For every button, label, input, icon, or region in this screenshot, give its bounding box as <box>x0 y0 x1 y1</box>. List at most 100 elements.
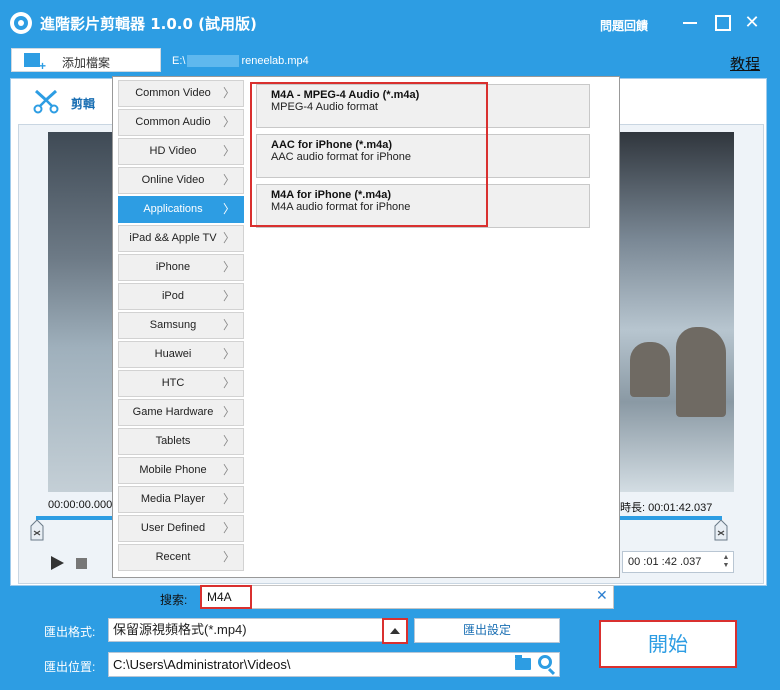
export-settings-button[interactable]: 匯出設定 <box>414 618 560 643</box>
category-item[interactable]: Media Player 〉 <box>118 486 244 513</box>
current-time: 00:00:00.000 <box>48 499 113 511</box>
category-item[interactable]: Game Hardware 〉 <box>118 399 244 426</box>
chevron-right-icon: 〉 <box>222 492 235 506</box>
category-label: Media Player <box>140 493 206 505</box>
chevron-right-icon: 〉 <box>222 521 235 535</box>
category-label: Game Hardware <box>132 406 214 418</box>
clear-search-icon[interactable]: ✕ <box>596 587 608 604</box>
file-path: E:\ reneelab.mp4 <box>172 55 309 68</box>
output-location-label: 匯出位置: <box>44 660 96 674</box>
tutorial-link[interactable]: 教程 <box>730 53 760 74</box>
search-icon[interactable] <box>538 655 552 669</box>
chevron-right-icon: 〉 <box>222 202 235 216</box>
category-label: Mobile Phone <box>139 464 207 476</box>
category-label: Huawei <box>154 348 192 360</box>
play-icon[interactable] <box>51 556 64 570</box>
chevron-right-icon: 〉 <box>222 434 235 448</box>
chevron-right-icon: 〉 <box>222 318 235 332</box>
search-input[interactable]: M4A <box>200 585 614 609</box>
spinner-arrows[interactable]: ▲ ▼ <box>721 554 731 570</box>
file-path-suffix: reneelab.mp4 <box>241 55 309 67</box>
chevron-right-icon: 〉 <box>222 231 235 245</box>
category-label: Common Video <box>135 87 211 99</box>
app-title: 進階影片剪輯器 1.0.0 (試用版) <box>40 15 257 33</box>
category-item[interactable]: Recent 〉 <box>118 544 244 571</box>
category-label: Online Video <box>141 174 205 186</box>
app-window: 進階影片剪輯器 1.0.0 (試用版) 問題回饋 ✕ 添加檔案 E:\ renee… <box>0 0 780 690</box>
category-item[interactable]: Huawei 〉 <box>118 341 244 368</box>
category-label: iPhone <box>155 261 191 273</box>
category-label: Common Audio <box>135 116 211 128</box>
category-label: Applications <box>143 203 203 215</box>
duration-label: 時長: 00:01:42.037 <box>620 502 713 514</box>
chevron-right-icon: 〉 <box>222 463 235 477</box>
start-button[interactable]: 開始 <box>599 620 737 668</box>
time-spinner-value: 00 :01 :42 .037 <box>628 556 702 568</box>
category-label: iPad && Apple TV <box>129 232 217 244</box>
highlight-box <box>250 82 488 227</box>
category-label: User Defined <box>140 522 206 534</box>
highlight-box <box>200 585 252 609</box>
category-item[interactable]: Tablets 〉 <box>118 428 244 455</box>
stop-icon[interactable] <box>76 558 87 569</box>
chevron-right-icon: 〉 <box>222 347 235 361</box>
video-preview-right <box>610 132 734 492</box>
close-icon[interactable]: ✕ <box>742 12 762 32</box>
chevron-right-icon: 〉 <box>222 376 235 390</box>
output-format-select[interactable]: 保留源視頻格式(*.mp4) <box>108 618 408 642</box>
chevron-right-icon: 〉 <box>222 405 235 419</box>
rock-shape <box>676 327 726 417</box>
category-label: Recent <box>155 551 191 563</box>
add-file-button[interactable]: 添加檔案 <box>11 48 161 73</box>
maximize-icon[interactable] <box>712 12 732 32</box>
search-label: 搜索: <box>160 593 188 607</box>
chevron-right-icon: 〉 <box>222 144 235 158</box>
category-label: Tablets <box>155 435 191 447</box>
output-location-input[interactable]: C:\Users\Administrator\Videos\ <box>108 652 560 677</box>
add-file-icon <box>24 53 46 73</box>
feedback-link[interactable]: 問題回饋 <box>600 17 648 34</box>
category-label: iPod <box>161 290 185 302</box>
category-label: HTC <box>161 377 185 389</box>
video-preview-left <box>48 132 120 492</box>
chevron-right-icon: 〉 <box>222 260 235 274</box>
app-logo-icon <box>10 12 32 34</box>
category-item[interactable]: Samsung 〉 <box>118 312 244 339</box>
chevron-right-icon: 〉 <box>222 86 235 100</box>
category-item[interactable]: iPhone 〉 <box>118 254 244 281</box>
category-item[interactable]: Mobile Phone 〉 <box>118 457 244 484</box>
file-path-redacted <box>187 55 240 68</box>
trim-end-handle-icon[interactable] <box>714 520 728 542</box>
add-file-label: 添加檔案 <box>62 56 111 70</box>
category-item[interactable]: HD Video 〉 <box>118 138 244 165</box>
category-item[interactable]: Common Video 〉 <box>118 80 244 107</box>
title-bar: 進階影片剪輯器 1.0.0 (試用版) 問題回饋 ✕ <box>0 0 780 44</box>
dropdown-toggle-icon[interactable] <box>382 618 408 644</box>
category-item[interactable]: iPod 〉 <box>118 283 244 310</box>
file-path-prefix: E:\ <box>172 55 186 67</box>
trim-start-handle-icon[interactable] <box>30 520 44 542</box>
category-label: HD Video <box>149 145 197 157</box>
folder-icon[interactable] <box>515 655 531 670</box>
category-item[interactable]: User Defined 〉 <box>118 515 244 542</box>
chevron-right-icon: 〉 <box>222 550 235 564</box>
chevron-right-icon: 〉 <box>222 289 235 303</box>
category-item[interactable]: Online Video 〉 <box>118 167 244 194</box>
tab-edit[interactable]: 剪輯 <box>13 80 108 122</box>
spin-up-icon[interactable]: ▲ <box>721 554 731 562</box>
output-format-label: 匯出格式: <box>44 625 96 639</box>
minimize-icon[interactable] <box>680 12 700 32</box>
category-item[interactable]: iPad && Apple TV 〉 <box>118 225 244 252</box>
category-item[interactable]: Common Audio 〉 <box>118 109 244 136</box>
tab-edit-label: 剪輯 <box>71 97 96 111</box>
category-item[interactable]: HTC 〉 <box>118 370 244 397</box>
chevron-right-icon: 〉 <box>222 173 235 187</box>
category-item[interactable]: Applications 〉 <box>118 196 244 223</box>
time-spinner[interactable]: 00 :01 :42 .037 ▲ ▼ <box>622 551 734 573</box>
category-list: Common Video 〉 Common Audio 〉 HD Video 〉 Onlin… <box>118 80 244 572</box>
chevron-right-icon: 〉 <box>222 115 235 129</box>
rock-shape <box>630 342 670 397</box>
category-label: Samsung <box>149 319 197 331</box>
spin-down-icon[interactable]: ▼ <box>721 562 731 570</box>
scissors-icon <box>33 89 59 114</box>
